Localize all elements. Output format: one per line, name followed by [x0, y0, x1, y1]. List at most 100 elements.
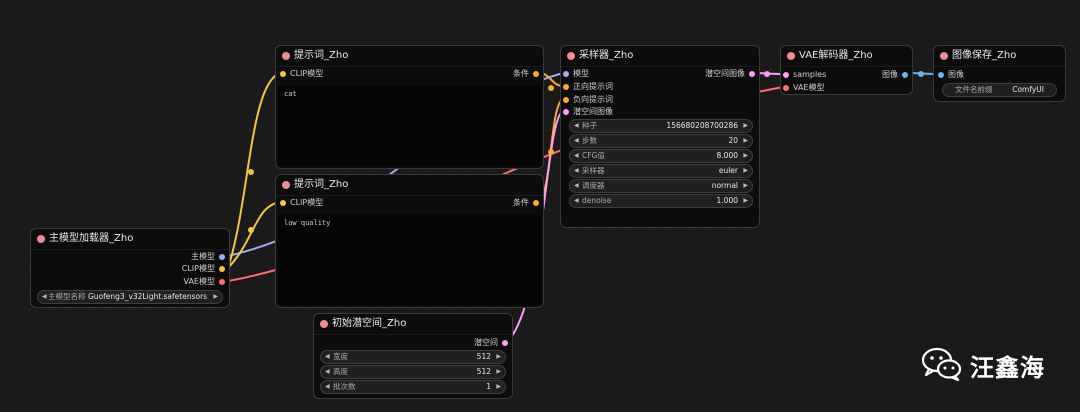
arrow-right-icon[interactable]: ▶ — [743, 195, 748, 207]
input-latent[interactable]: 潜空间图像 — [563, 106, 613, 118]
port-label: 条件 — [513, 198, 529, 207]
arrow-left-icon[interactable]: ◀ — [325, 366, 330, 378]
collapse-dot-icon[interactable] — [37, 235, 45, 243]
input-clip[interactable]: CLIP模型 — [280, 197, 323, 209]
node-title-text: 提示词_Zho — [294, 50, 349, 61]
port-dot-icon[interactable] — [219, 279, 225, 285]
output-latent[interactable]: 潜空间 — [474, 337, 508, 349]
prompt-positive-node[interactable]: 提示词_Zho CLIP模型 条件 cat — [275, 45, 544, 169]
arrow-right-icon[interactable]: ▶ — [743, 180, 748, 192]
port-dot-icon[interactable] — [533, 71, 539, 77]
arrow-right-icon[interactable]: ▶ — [213, 291, 218, 303]
vae-decode-node[interactable]: VAE解码器_Zho samples VAE模型 图像 — [780, 45, 913, 95]
sampler-node[interactable]: 采样器_Zho 模型 正向提示词 负向提示词 潜空间图像 潜空间图像 ◀ 种子 … — [560, 45, 760, 228]
filename-prefix-field[interactable]: 文件名前缀 ComfyUI — [942, 83, 1057, 97]
arrow-left-icon[interactable]: ◀ — [574, 165, 579, 177]
node-title[interactable]: 图像保存_Zho — [934, 46, 1065, 67]
arrow-left-icon[interactable]: ◀ — [574, 150, 579, 162]
arrow-left-icon[interactable]: ◀ — [325, 381, 330, 393]
port-dot-icon[interactable] — [749, 71, 755, 77]
arrow-left-icon[interactable]: ◀ — [574, 195, 579, 207]
widget-value: 512 — [476, 352, 491, 361]
arrow-right-icon[interactable]: ▶ — [743, 150, 748, 162]
input-negative[interactable]: 负向提示词 — [563, 94, 613, 106]
prompt-negative-node[interactable]: 提示词_Zho CLIP模型 条件 low quality — [275, 174, 544, 308]
node-title[interactable]: 提示词_Zho — [276, 175, 543, 196]
input-model[interactable]: 模型 — [563, 68, 589, 80]
port-dot-icon[interactable] — [783, 72, 789, 78]
arrow-right-icon[interactable]: ▶ — [743, 165, 748, 177]
batch-stepper[interactable]: ◀ 批次数 1 ▶ — [320, 380, 506, 394]
port-dot-icon[interactable] — [563, 109, 569, 115]
model-name-select[interactable]: ◀ 主模型名称 Guofeng3_v32Light.safetensors ▶ — [37, 290, 223, 304]
collapse-dot-icon[interactable] — [282, 181, 290, 189]
collapse-dot-icon[interactable] — [787, 52, 795, 60]
output-image[interactable]: 图像 — [882, 69, 908, 81]
reroute-dot[interactable] — [918, 71, 924, 77]
model-loader-node[interactable]: 主模型加载器_Zho 主模型 CLIP模型 VAE模型 ◀ 主模型名称 Guof… — [30, 228, 230, 308]
port-dot-icon[interactable] — [280, 71, 286, 77]
arrow-right-icon[interactable]: ▶ — [496, 381, 501, 393]
port-dot-icon[interactable] — [502, 340, 508, 346]
arrow-left-icon[interactable]: ◀ — [325, 351, 330, 363]
output-model[interactable]: 主模型 — [191, 251, 225, 263]
width-stepper[interactable]: ◀ 宽度 512 ▶ — [320, 350, 506, 364]
reroute-dot[interactable] — [548, 85, 554, 91]
port-dot-icon[interactable] — [219, 266, 225, 272]
port-dot-icon[interactable] — [783, 85, 789, 91]
collapse-dot-icon[interactable] — [282, 52, 290, 60]
port-label: 正向提示词 — [573, 82, 613, 91]
output-conditioning[interactable]: 条件 — [513, 197, 539, 209]
arrow-right-icon[interactable]: ▶ — [743, 120, 748, 132]
arrow-left-icon[interactable]: ◀ — [42, 291, 47, 303]
prompt-text-area[interactable]: low quality — [278, 215, 541, 305]
node-title[interactable]: 初始潜空间_Zho — [314, 314, 512, 335]
port-dot-icon[interactable] — [533, 200, 539, 206]
port-dot-icon[interactable] — [219, 254, 225, 260]
reroute-dot[interactable] — [248, 169, 254, 175]
height-stepper[interactable]: ◀ 高度 512 ▶ — [320, 365, 506, 379]
prompt-text-area[interactable]: cat — [278, 86, 541, 166]
seed-stepper[interactable]: ◀ 种子 156680208700286 ▶ — [569, 119, 753, 133]
arrow-right-icon[interactable]: ▶ — [743, 135, 748, 147]
input-vae[interactable]: VAE模型 — [783, 82, 825, 94]
reroute-dot[interactable] — [248, 227, 254, 233]
node-title[interactable]: 提示词_Zho — [276, 46, 543, 67]
save-image-node[interactable]: 图像保存_Zho 图像 文件名前缀 ComfyUI — [933, 45, 1066, 102]
node-title[interactable]: VAE解码器_Zho — [781, 46, 912, 67]
output-clip[interactable]: CLIP模型 — [182, 263, 225, 275]
watermark-text: 汪鑫海 — [970, 354, 1045, 382]
collapse-dot-icon[interactable] — [940, 52, 948, 60]
output-vae[interactable]: VAE模型 — [184, 276, 225, 288]
port-dot-icon[interactable] — [563, 97, 569, 103]
cfg-stepper[interactable]: ◀ CFG值 8.000 ▶ — [569, 149, 753, 163]
arrow-right-icon[interactable]: ▶ — [496, 351, 501, 363]
port-dot-icon[interactable] — [563, 71, 569, 77]
arrow-left-icon[interactable]: ◀ — [574, 180, 579, 192]
port-dot-icon[interactable] — [563, 84, 569, 90]
input-positive[interactable]: 正向提示词 — [563, 81, 613, 93]
input-samples[interactable]: samples — [783, 69, 826, 81]
collapse-dot-icon[interactable] — [320, 320, 328, 328]
node-title-text: 采样器_Zho — [579, 50, 634, 61]
input-clip[interactable]: CLIP模型 — [280, 68, 323, 80]
output-latent[interactable]: 潜空间图像 — [705, 68, 755, 80]
reroute-dot[interactable] — [764, 71, 770, 77]
node-title[interactable]: 主模型加载器_Zho — [31, 229, 229, 250]
denoise-stepper[interactable]: ◀ denoise 1.000 ▶ — [569, 194, 753, 208]
steps-stepper[interactable]: ◀ 步数 20 ▶ — [569, 134, 753, 148]
arrow-right-icon[interactable]: ▶ — [496, 366, 501, 378]
port-dot-icon[interactable] — [902, 72, 908, 78]
arrow-left-icon[interactable]: ◀ — [574, 135, 579, 147]
node-title[interactable]: 采样器_Zho — [561, 46, 759, 67]
arrow-left-icon[interactable]: ◀ — [574, 120, 579, 132]
input-image[interactable]: 图像 — [938, 69, 964, 81]
scheduler-select[interactable]: ◀ 调度器 normal ▶ — [569, 179, 753, 193]
empty-latent-node[interactable]: 初始潜空间_Zho 潜空间 ◀ 宽度 512 ▶ ◀ 高度 512 ▶ ◀ 批次… — [313, 313, 513, 399]
sampler-select[interactable]: ◀ 采样器 euler ▶ — [569, 164, 753, 178]
output-conditioning[interactable]: 条件 — [513, 68, 539, 80]
collapse-dot-icon[interactable] — [567, 52, 575, 60]
port-dot-icon[interactable] — [938, 72, 944, 78]
reroute-dot[interactable] — [548, 149, 554, 155]
port-dot-icon[interactable] — [280, 200, 286, 206]
